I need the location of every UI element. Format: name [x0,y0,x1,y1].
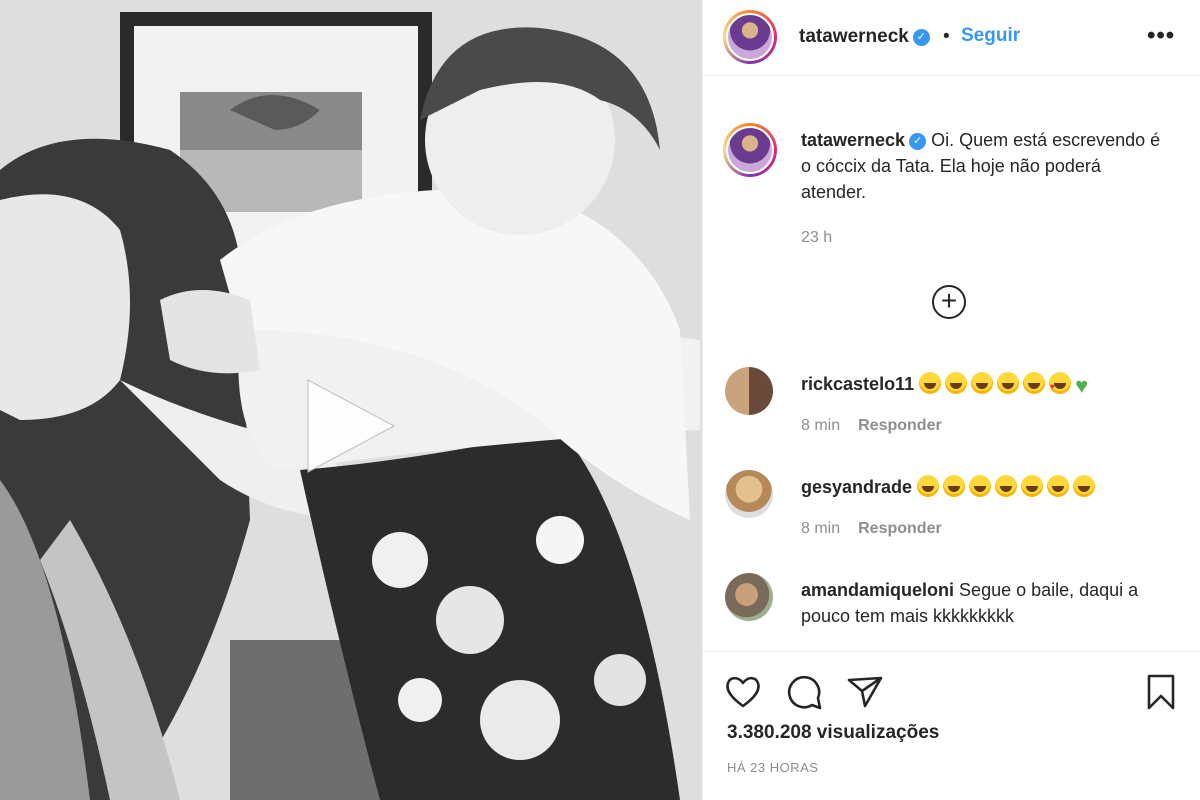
tears-of-joy-emoji-icon [919,372,942,394]
comment-meta: 8 min Responder [801,520,942,538]
reply-button[interactable]: Responder [858,520,942,537]
more-options-icon[interactable]: ••• [1147,22,1175,50]
tears-of-joy-emoji-icon [1021,475,1044,497]
commenter-username[interactable]: rickcastelo11 [801,374,914,394]
comment-time[interactable]: 8 min [801,417,840,434]
comments-section[interactable]: tatawerneck ✓ Oi. Quem está escrevendo é … [703,77,1200,650]
comment-emojis [917,475,1099,497]
tears-of-joy-emoji-icon [971,372,994,394]
caption-author-avatar[interactable] [723,123,777,177]
plus-circle-icon[interactable]: + [932,285,966,319]
tears-of-joy-emoji-icon [997,372,1020,394]
author-avatar[interactable] [723,10,777,64]
tears-of-joy-emoji-icon [943,475,966,497]
view-count[interactable]: 3.380.208 visualizações [727,722,939,744]
comment-emojis: ♥ [919,372,1088,400]
post-media-video[interactable] [0,0,702,800]
reply-button[interactable]: Responder [858,417,942,434]
commenter-username[interactable]: gesyandrade [801,477,912,497]
bookmark-icon[interactable] [1141,672,1181,712]
comment-body: rickcastelo11 ♥ [801,371,1141,400]
tears-of-joy-emoji-icon [945,372,968,394]
heart-icon[interactable] [723,672,763,712]
caption-text-block: tatawerneck ✓ Oi. Quem está escrevendo é … [801,127,1161,205]
comment-time[interactable]: 8 min [801,520,840,537]
comment-body: gesyandrade [801,474,1141,500]
caption-timestamp[interactable]: 23 h [801,229,832,247]
post-actions: 3.380.208 visualizações HÁ 23 HORAS [703,651,1200,800]
comment-icon[interactable] [785,672,825,712]
verified-badge-icon: ✓ [909,133,927,150]
heart-eyes-emoji-icon [1049,372,1072,400]
play-icon[interactable] [300,376,400,476]
post-timestamp[interactable]: HÁ 23 HORAS [727,760,818,775]
commenter-avatar[interactable] [725,470,773,518]
tears-of-joy-emoji-icon [1047,475,1070,497]
tears-of-joy-emoji-icon [969,475,992,497]
author-username-text[interactable]: tatawerneck [799,26,909,47]
commenter-avatar[interactable] [725,367,773,415]
post-side-panel: tatawerneck ✓ • Seguir ••• tatawerneck ✓ O… [702,0,1200,800]
share-icon[interactable] [845,672,885,712]
tears-of-joy-emoji-icon [995,475,1018,497]
verified-badge-icon: ✓ [912,29,930,46]
commenter-avatar[interactable] [725,573,773,621]
sweat-smile-emoji-icon [1023,372,1046,394]
author-username[interactable]: tatawerneck ✓ [799,26,930,48]
follow-button[interactable]: Seguir [961,25,1020,47]
comment-body: amandamiqueloni Segue o baile, daqui a p… [801,577,1141,629]
green-heart-emoji-icon: ♥ [1075,373,1089,398]
tears-of-joy-emoji-icon [1073,475,1096,497]
post-header: tatawerneck ✓ • Seguir ••• [703,0,1200,76]
tears-of-joy-emoji-icon [917,475,940,497]
header-separator: • [943,26,950,47]
commenter-username[interactable]: amandamiqueloni [801,580,954,600]
caption-username[interactable]: tatawerneck [801,130,905,150]
comment-meta: 8 min Responder [801,417,942,435]
